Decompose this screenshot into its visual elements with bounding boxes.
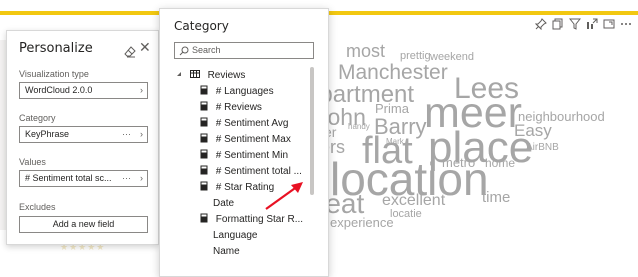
chevron-right-icon: ›: [140, 129, 143, 139]
word-cloud-word: most: [346, 41, 386, 61]
add-new-field-button[interactable]: Add a new field: [19, 216, 148, 233]
field-item[interactable]: # Sentiment Max: [200, 132, 291, 148]
field-label: # Sentiment Min: [215, 150, 289, 161]
calculator-icon: [200, 133, 208, 143]
chevron-right-icon: ›: [140, 173, 143, 183]
field-label: Language: [213, 230, 258, 241]
visualization-type-label: Visualization type: [19, 69, 89, 79]
chevron-right-icon: ›: [140, 85, 143, 95]
more-options-icon[interactable]: ···: [122, 171, 131, 186]
search-icon: [179, 46, 189, 56]
search-placeholder: Search: [192, 45, 221, 55]
table-icon: [189, 69, 200, 79]
copy-icon[interactable]: [552, 18, 564, 30]
calculator-icon: [200, 181, 208, 191]
category-field-pane: Category Search Reviews # Languages # Re…: [159, 8, 329, 277]
table-name: Reviews: [207, 70, 246, 81]
category-label: Category: [19, 113, 56, 123]
category-value: KeyPhrase: [25, 129, 70, 139]
pin-icon[interactable]: [535, 18, 547, 30]
field-label: Name: [213, 246, 240, 257]
table-node-reviews[interactable]: Reviews: [176, 68, 245, 84]
field-label: # Reviews: [215, 102, 262, 113]
field-label: Formatting Star R...: [215, 214, 304, 225]
eraser-icon[interactable]: [124, 43, 136, 58]
field-item[interactable]: # Languages: [200, 84, 274, 100]
word-cloud-word: time: [482, 189, 511, 206]
calculator-icon: [200, 165, 208, 175]
annotation-arrow-icon: [265, 182, 303, 210]
collapse-triangle-icon[interactable]: [176, 69, 182, 79]
more-options-icon[interactable]: [620, 18, 632, 30]
field-label: # Sentiment Max: [215, 134, 291, 145]
field-item[interactable]: # Sentiment Min: [200, 148, 288, 164]
word-cloud-word: Manchester: [338, 61, 448, 84]
field-item[interactable]: Formatting Star R...: [200, 212, 303, 228]
field-item[interactable]: # Sentiment Avg: [200, 116, 288, 132]
more-options-icon[interactable]: ···: [122, 127, 131, 142]
word-cloud-word: home: [485, 156, 516, 170]
close-icon[interactable]: ✕: [139, 40, 151, 56]
personalize-icon[interactable]: [586, 18, 598, 30]
calculator-icon: [200, 149, 208, 159]
calculator-icon: [200, 85, 208, 95]
values-value: # Sentiment total sc...: [25, 173, 112, 183]
word-cloud-word: AirBNB: [526, 142, 559, 153]
scrollbar-thumb[interactable]: [310, 67, 314, 195]
personalize-title: Personalize: [19, 41, 93, 56]
field-item[interactable]: Language: [213, 228, 258, 244]
field-label: # Sentiment Avg: [215, 118, 289, 129]
values-field-well[interactable]: # Sentiment total sc... ··· ›: [19, 170, 148, 187]
personalize-pane: Personalize ✕ Visualization type WordClo…: [6, 30, 159, 245]
visualization-type-value: WordCloud 2.0.0: [25, 85, 93, 95]
field-item[interactable]: # Reviews: [200, 100, 262, 116]
field-label: # Languages: [215, 86, 274, 97]
word-cloud-word: locatie: [390, 208, 422, 220]
word-cloud-word: excellent: [382, 192, 446, 209]
visual-header-toolbar: [535, 18, 632, 30]
excludes-label: Excludes: [19, 202, 56, 212]
visualization-type-dropdown[interactable]: WordCloud 2.0.0 ›: [19, 82, 148, 99]
word-cloud-word: experience: [330, 215, 394, 230]
category-field-well[interactable]: KeyPhrase ··· ›: [19, 126, 148, 143]
focus-mode-icon[interactable]: [603, 18, 615, 30]
category-pane-title: Category: [174, 19, 229, 33]
field-item[interactable]: Name: [213, 244, 240, 260]
calculator-icon: [200, 101, 208, 111]
filter-icon[interactable]: [569, 18, 581, 30]
calculator-icon: [200, 213, 208, 223]
field-item[interactable]: Date: [213, 196, 234, 212]
search-input[interactable]: Search: [174, 42, 314, 59]
field-label: Date: [213, 198, 235, 209]
calculator-icon: [200, 117, 208, 127]
values-label: Values: [19, 157, 46, 167]
